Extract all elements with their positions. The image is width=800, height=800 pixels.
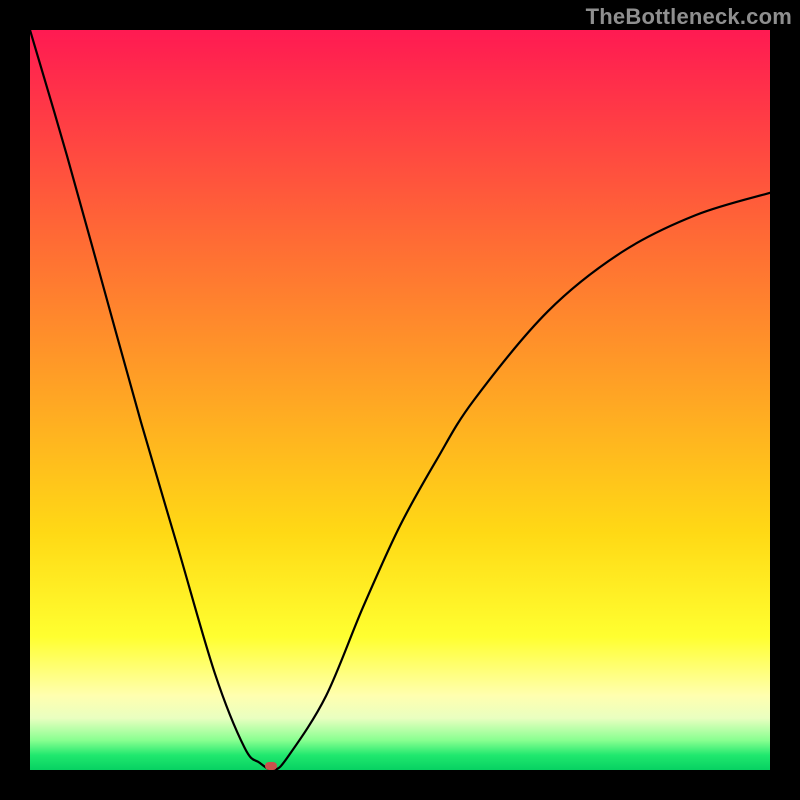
watermark-text: TheBottleneck.com	[586, 4, 792, 30]
chart-frame: TheBottleneck.com	[0, 0, 800, 800]
bottleneck-curve	[30, 30, 770, 770]
plot-area	[30, 30, 770, 770]
optimal-marker	[265, 762, 277, 770]
